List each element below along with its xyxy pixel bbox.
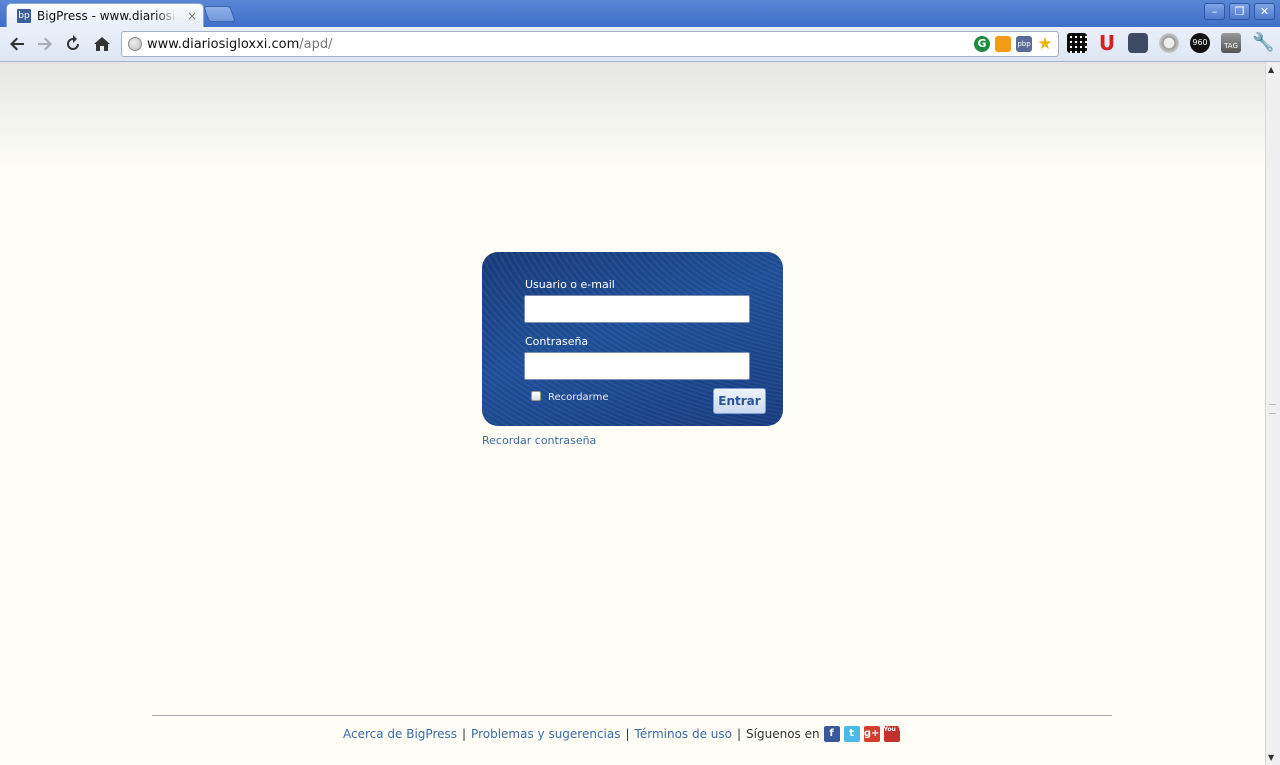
login-submit-button[interactable]: Entrar [713, 388, 766, 414]
tab-close-icon[interactable]: × [187, 9, 197, 23]
user-email-input[interactable] [524, 295, 750, 323]
window-close-button[interactable]: ✕ [1254, 3, 1275, 20]
youtube-icon[interactable]: You Tube [883, 726, 914, 742]
new-tab-button[interactable] [203, 6, 236, 22]
follow-us-text: Síguenos en [746, 727, 820, 741]
camera-extension-icon[interactable] [1128, 33, 1148, 53]
g-extension-icon[interactable]: G [974, 36, 990, 52]
qr-code-extension-icon[interactable] [1067, 33, 1087, 53]
about-link[interactable]: Acerca de BigPress [343, 727, 457, 741]
remember-me-checkbox[interactable] [531, 391, 541, 401]
password-label: Contraseña [525, 335, 589, 348]
footer-separator: | [737, 727, 742, 741]
shield-extension-icon[interactable] [1159, 33, 1179, 53]
terms-link[interactable]: Términos de uso [635, 727, 732, 741]
tag-extension-icon[interactable]: TAG [1221, 33, 1241, 53]
scroll-up-icon[interactable]: ▲ [1268, 65, 1274, 74]
remember-me-label[interactable]: Recordarme [548, 392, 609, 403]
footer: Acerca de BigPress | Problemas y sugeren… [343, 726, 914, 742]
google-plus-icon[interactable]: g+ [863, 726, 880, 742]
user-label: Usuario o e-mail [525, 278, 615, 291]
facebook-icon[interactable]: f [823, 726, 840, 742]
footer-separator: | [625, 727, 630, 741]
url-path: /apd/ [299, 37, 333, 52]
scrollbar-grip[interactable] [1269, 404, 1276, 414]
window-maximize-button[interactable]: ❐ [1229, 3, 1250, 20]
arrow-right-icon [38, 37, 52, 51]
magnet-extension-icon[interactable]: U [1097, 33, 1117, 53]
tab-title: BigPress - www.diariosigloxxi.com [37, 8, 177, 23]
twitter-icon[interactable]: t [843, 726, 860, 742]
window-minimize-button[interactable]: – [1204, 3, 1225, 20]
home-icon [94, 37, 110, 51]
password-input[interactable] [524, 352, 750, 380]
arrow-left-icon [10, 37, 24, 51]
globe-icon [128, 37, 142, 51]
wrench-menu-icon[interactable]: 🔧 [1252, 33, 1274, 53]
scroll-down-icon[interactable]: ▼ [1268, 753, 1274, 762]
problems-link[interactable]: Problemas y sugerencias [471, 727, 620, 741]
home-button[interactable] [91, 33, 113, 55]
footer-divider [152, 715, 1112, 716]
back-button[interactable] [6, 33, 28, 55]
login-form: Usuario o e-mail Contraseña Recordarme E… [482, 252, 783, 426]
orange-shield-extension-icon[interactable] [995, 36, 1011, 52]
address-bar[interactable]: www.diariosigloxxi.com/apd/ G pbp ★ [121, 31, 1059, 57]
url-text: www.diariosigloxxi.com/apd/ [147, 37, 333, 52]
forgot-password-link[interactable]: Recordar contraseña [482, 434, 596, 447]
bigpress-favicon-icon: bp [17, 8, 31, 23]
footer-separator: | [462, 727, 467, 741]
reload-button[interactable] [62, 33, 84, 55]
reload-icon [67, 35, 79, 50]
forward-button[interactable] [34, 33, 56, 55]
960-extension-icon[interactable]: 960 [1190, 33, 1210, 53]
pbp-extension-icon[interactable]: pbp [1016, 36, 1032, 52]
browser-tab-active[interactable]: bp BigPress - www.diariosigloxxi.com × [6, 3, 204, 27]
bookmark-star-icon[interactable]: ★ [1037, 36, 1053, 53]
url-host: www.diariosigloxxi.com [147, 37, 300, 52]
